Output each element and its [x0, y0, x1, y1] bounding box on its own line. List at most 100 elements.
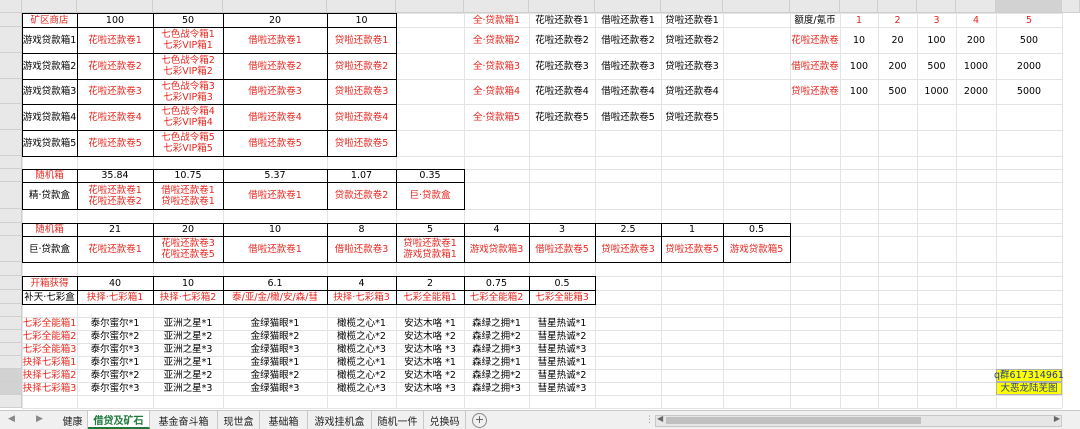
cell-b14[interactable]: 40	[77, 276, 153, 290]
cell-j11[interactable]: 1	[661, 223, 723, 236]
scroll-right-icon[interactable]: ▶	[1054, 414, 1060, 423]
cell-g18[interactable]: 森绿之拥*2	[464, 330, 529, 343]
cell-c17[interactable]: 亚洲之星*1	[153, 317, 223, 330]
cell-g1[interactable]: 全·贷款箱1	[464, 13, 529, 27]
cell-i4[interactable]: 借啦还款卷4	[595, 79, 661, 104]
cell-d12[interactable]: 借啦还款卷1	[223, 236, 327, 262]
cell-c12[interactable]: 花啦还款卷3 花啦还款卷5	[153, 236, 223, 262]
cell-d3[interactable]: 借啦还款卷2	[223, 53, 327, 79]
cell-a20[interactable]: 抉择七彩箱1	[22, 356, 77, 369]
row-header-19[interactable]	[0, 343, 22, 356]
cell-i11[interactable]: 2.5	[595, 223, 661, 236]
row-header-11[interactable]	[0, 223, 22, 236]
cell-o2[interactable]: 100	[917, 27, 956, 53]
column-header-b[interactable]	[77, 0, 153, 13]
cell-h12[interactable]: 借啦还款卷5	[529, 236, 595, 262]
cell-a12[interactable]: 巨·贷款盒	[22, 236, 77, 262]
cell-a22[interactable]: 抉择七彩箱3	[22, 382, 77, 395]
cell-b18[interactable]: 泰尔蜜尔*2	[77, 330, 153, 343]
cell-b17[interactable]: 泰尔蜜尔*1	[77, 317, 153, 330]
row-header-23[interactable]	[0, 395, 22, 408]
cell-c6[interactable]: 七色战令箱5 七彩VIP箱5	[153, 130, 223, 156]
row-header-14[interactable]	[0, 276, 22, 290]
cell-a3[interactable]: 游戏贷款箱2	[22, 53, 77, 79]
cell-f17[interactable]: 安达木咯 *1	[396, 317, 464, 330]
cell-g2[interactable]: 全·贷款箱2	[464, 27, 529, 53]
cell-h11[interactable]: 3	[529, 223, 595, 236]
cell-d20[interactable]: 金绿猫眼*1	[223, 356, 327, 369]
cell-e21[interactable]: 橄榄之心*2	[327, 369, 396, 382]
cell-h20[interactable]: 彗星热诚*1	[529, 356, 595, 369]
cell-d15[interactable]: 泰/亚/金/橄/安/森/彗	[223, 290, 327, 304]
cell-g15[interactable]: 七彩全能箱2	[464, 290, 529, 304]
cell-i5[interactable]: 借啦还款卷5	[595, 104, 661, 130]
cell-b5[interactable]: 花啦还款卷4	[77, 104, 153, 130]
scroll-left-icon[interactable]: ◀	[657, 414, 663, 423]
cell-g22[interactable]: 森绿之拥*3	[464, 382, 529, 395]
cell-b1[interactable]: 100	[77, 13, 153, 27]
cell-a14[interactable]: 开箱获得	[22, 276, 77, 290]
ellipsis-icon[interactable]: ⋮	[645, 415, 654, 425]
cell-c9[interactable]: 借啦还款卷1 贷啦还款卷1	[153, 182, 223, 209]
cell-q2[interactable]: 500	[996, 27, 1062, 53]
cell-h14[interactable]: 0.5	[529, 276, 595, 290]
cell-q22[interactable]: 大恶龙陆芜图	[996, 382, 1062, 395]
cell-n2[interactable]: 20	[878, 27, 917, 53]
cell-p1[interactable]: 4	[956, 13, 996, 27]
cell-c14[interactable]: 10	[153, 276, 223, 290]
cell-b11[interactable]: 21	[77, 223, 153, 236]
cell-b20[interactable]: 泰尔蜜尔*1	[77, 356, 153, 369]
cell-o3[interactable]: 500	[917, 53, 956, 79]
cell-e19[interactable]: 橄榄之心*3	[327, 343, 396, 356]
tab-scroll-right-icon[interactable]: ▶	[36, 414, 43, 424]
cell-d1[interactable]: 20	[223, 13, 327, 27]
cell-j4[interactable]: 贷啦还款卷4	[661, 79, 723, 104]
cell-f11[interactable]: 5	[396, 223, 464, 236]
cell-h17[interactable]: 彗星热诚*1	[529, 317, 595, 330]
column-header-j[interactable]	[661, 0, 723, 13]
cell-i3[interactable]: 借啦还款卷3	[595, 53, 661, 79]
cell-g21[interactable]: 森绿之拥*2	[464, 369, 529, 382]
cell-j3[interactable]: 贷啦还款卷3	[661, 53, 723, 79]
cell-b2[interactable]: 花啦还款卷1	[77, 27, 153, 53]
cell-j1[interactable]: 贷啦还款卷1	[661, 13, 723, 27]
cell-e20[interactable]: 橄榄之心*1	[327, 356, 396, 369]
cell-e22[interactable]: 橄榄之心*3	[327, 382, 396, 395]
cell-g19[interactable]: 森绿之拥*3	[464, 343, 529, 356]
cell-b8[interactable]: 35.84	[77, 169, 153, 182]
row-header-6[interactable]	[0, 130, 22, 156]
tab-sheet-8[interactable]: 兑换码	[424, 411, 466, 429]
cell-g12[interactable]: 游戏贷款箱3	[464, 236, 529, 262]
cell-c21[interactable]: 亚洲之星*2	[153, 369, 223, 382]
row-header-15[interactable]	[0, 290, 22, 304]
cell-e2[interactable]: 贷啦还款卷1	[327, 27, 396, 53]
cell-e8[interactable]: 1.07	[327, 169, 396, 182]
cell-b19[interactable]: 泰尔蜜尔*3	[77, 343, 153, 356]
row-header-16[interactable]	[0, 304, 22, 317]
cell-j12[interactable]: 贷啦还款卷5	[661, 236, 723, 262]
row-header-9[interactable]	[0, 182, 22, 209]
cell-b9[interactable]: 花啦还款卷1 花啦还款卷2	[77, 182, 153, 209]
cell-p2[interactable]: 200	[956, 27, 996, 53]
cell-a21[interactable]: 抉择七彩箱2	[22, 369, 77, 382]
cell-q3[interactable]: 2000	[996, 53, 1062, 79]
cell-k12[interactable]: 游戏贷款箱5	[723, 236, 790, 262]
row-header-20[interactable]	[0, 356, 22, 369]
cell-a4[interactable]: 游戏贷款箱3	[22, 79, 77, 104]
cell-e4[interactable]: 贷啦还款卷3	[327, 79, 396, 104]
cell-e14[interactable]: 4	[327, 276, 396, 290]
cell-m1[interactable]: 1	[840, 13, 878, 27]
cell-a5[interactable]: 游戏贷款箱4	[22, 104, 77, 130]
cell-c1[interactable]: 50	[153, 13, 223, 27]
cell-l4[interactable]: 贷啦还款卷	[790, 79, 840, 104]
cell-k11[interactable]: 0.5	[723, 223, 790, 236]
tab-sheet-4[interactable]: 现世盒	[218, 411, 260, 429]
cell-c11[interactable]: 20	[153, 223, 223, 236]
cell-f18[interactable]: 安达木咯 *2	[396, 330, 464, 343]
cell-d19[interactable]: 金绿猫眼*3	[223, 343, 327, 356]
cell-h15[interactable]: 七彩全能箱3	[529, 290, 595, 304]
cell-m2[interactable]: 10	[840, 27, 878, 53]
row-header-5[interactable]	[0, 104, 22, 130]
cell-c15[interactable]: 抉择·七彩箱2	[153, 290, 223, 304]
cell-n1[interactable]: 2	[878, 13, 917, 27]
